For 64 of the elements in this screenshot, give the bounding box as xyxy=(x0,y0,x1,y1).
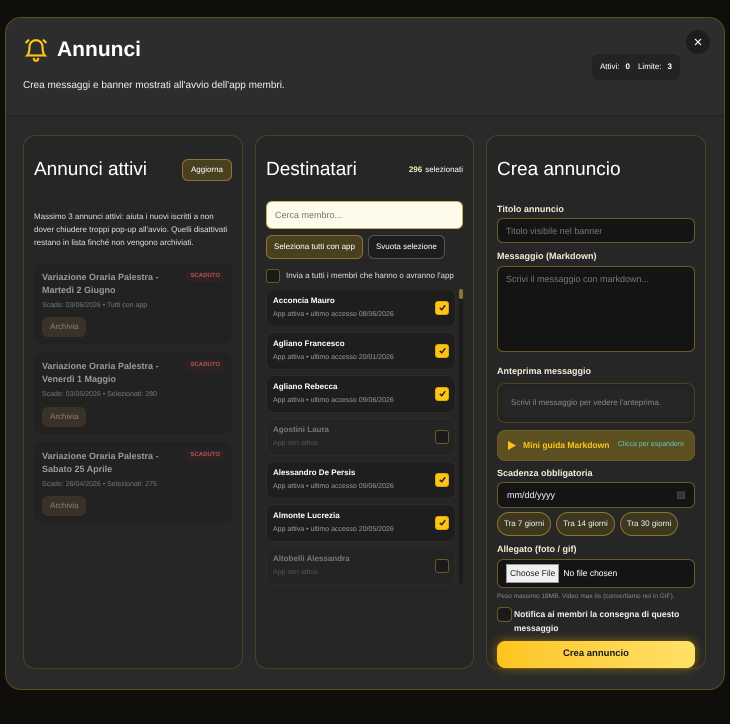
date-value: mm/dd/yyyy xyxy=(507,488,556,502)
announcement-title: Variazione Oraria Palestra - Martedì 2 Giugno xyxy=(42,270,160,296)
checkbox[interactable] xyxy=(435,516,449,530)
info-text: Massimo 3 annunci attivi: aiuta i nuovi iscritti a non dover chiudere troppi pop-up all'avvio. Quelli disattivati restano in lista finché non vengono archiviati. xyxy=(34,210,228,248)
create-button[interactable]: Crea annuncio xyxy=(497,640,695,668)
panel-title: Crea annuncio xyxy=(497,158,622,182)
member-name: Almonte Lucrezia xyxy=(273,510,341,522)
field-label: Allegato (foto / gif) xyxy=(497,543,578,556)
field-label: Scadenza obbligatoria xyxy=(497,466,594,480)
close-button[interactable]: × xyxy=(686,30,710,54)
announcement-title: Variazione Oraria Palestra - Sabato 25 Aprile xyxy=(42,450,160,476)
member-name: Agostini Laura xyxy=(273,424,330,436)
selected-label: selezionati xyxy=(425,164,463,176)
guide-label: Mini guida Markdown xyxy=(523,438,610,452)
field-label: Messaggio (Markdown) xyxy=(497,250,598,264)
checkbox[interactable] xyxy=(435,300,449,314)
checkmark-icon xyxy=(438,389,446,398)
checkmark-icon xyxy=(438,303,446,312)
member-name: Alessandro De Persis xyxy=(273,466,356,479)
checkbox[interactable] xyxy=(435,430,449,444)
title-field[interactable]: Titolo visibile nel banner xyxy=(497,218,695,244)
page-title: Annunci xyxy=(57,37,141,63)
search-field[interactable]: Cerca membro... xyxy=(266,200,463,228)
checkbox[interactable] xyxy=(435,344,449,358)
member-name: Acconcia Mauro xyxy=(273,294,336,307)
stat-label: Attivi: xyxy=(600,61,620,73)
checkbox[interactable] xyxy=(435,558,449,572)
file-field[interactable]: Choose File No file chosen xyxy=(497,558,695,588)
checkmark-icon xyxy=(438,346,446,355)
member-name: Agliano Rebecca xyxy=(273,380,338,393)
file-status: No file chosen xyxy=(563,567,618,580)
page-subtitle: Crea messaggi e banner mostrati all'avvio dell'app membri. xyxy=(23,78,286,92)
checkmark-icon xyxy=(438,518,446,527)
checkbox[interactable] xyxy=(435,386,449,400)
announcement-title: Variazione Oraria Palestra - Venerdì 1 Maggio xyxy=(42,360,160,386)
calendar-icon xyxy=(677,491,685,500)
refresh-button[interactable]: Aggiorna xyxy=(182,159,232,182)
stat-value: 3 xyxy=(668,61,672,73)
panel-title: Annunci attivi xyxy=(34,158,148,182)
checkmark-icon xyxy=(438,475,446,484)
notify-label: Notifica ai membri la consegna di questo messaggio xyxy=(514,608,680,635)
select-all-button[interactable]: Seleziona tutti con app xyxy=(266,234,363,258)
preset-button[interactable]: Tra 30 giorni xyxy=(620,512,678,536)
clear-selection-button[interactable]: Svuota selezione xyxy=(368,234,445,258)
choose-file-button[interactable]: Choose File xyxy=(506,564,560,583)
play-icon xyxy=(508,440,516,450)
member-name: Altobelli Alessandra xyxy=(273,552,350,565)
field-label: Titolo annuncio xyxy=(497,202,565,216)
selected-count: 296 xyxy=(408,164,422,176)
member-name: Agliano Francesco xyxy=(273,338,346,350)
checkbox[interactable] xyxy=(435,472,449,486)
panel-title: Destinatari xyxy=(266,158,357,182)
date-field[interactable]: mm/dd/yyyy xyxy=(497,482,695,508)
preset-button[interactable]: Tra 7 giorni xyxy=(497,512,552,536)
scrollbar-thumb[interactable] xyxy=(459,288,463,298)
preset-button[interactable]: Tra 14 giorni xyxy=(556,512,615,536)
checkbox[interactable] xyxy=(266,268,280,282)
notify-checkbox[interactable] xyxy=(497,606,512,622)
field-label: Anteprima messaggio xyxy=(497,365,592,378)
stat-value: 0 xyxy=(626,61,630,73)
stat-label: Limite: xyxy=(638,61,662,73)
send-all-label: Invia a tutti i membri che hanno o avranno l'app xyxy=(286,270,454,282)
bell-icon xyxy=(23,36,49,63)
message-field[interactable]: Scrivi il messaggio con markdown... xyxy=(497,266,695,352)
